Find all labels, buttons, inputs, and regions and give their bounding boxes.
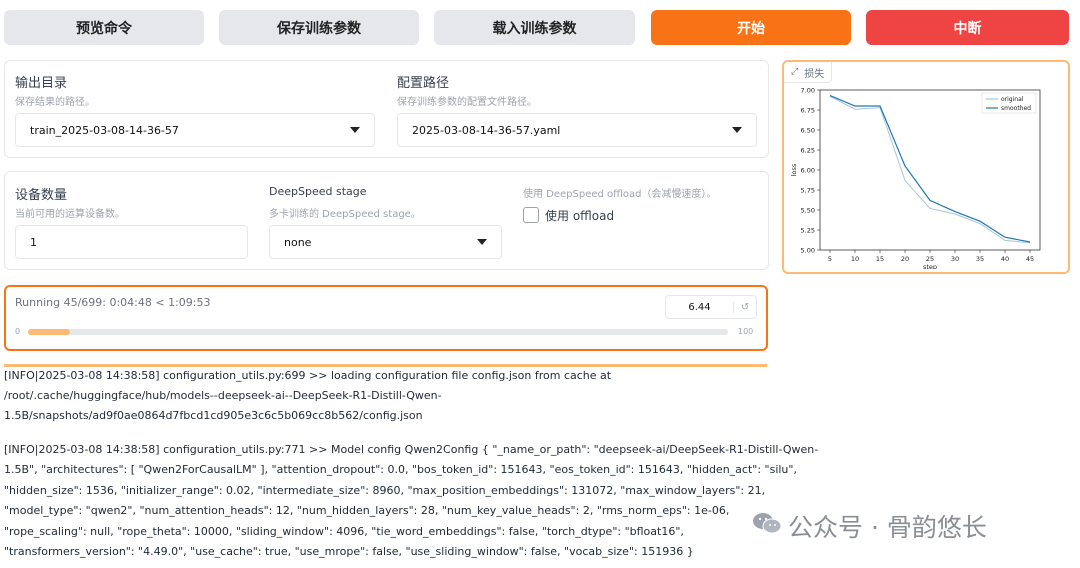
progress-panel: Running 45/699: 0:04:48 < 1:09:53 6.44 ↺… bbox=[4, 285, 768, 351]
load-params-button[interactable]: 载入训练参数 bbox=[434, 10, 635, 45]
plot-frame bbox=[819, 89, 1041, 251]
log-line: /root/.cache/huggingface/hub/models--dee… bbox=[4, 389, 442, 402]
progress-value-box[interactable]: 6.44 ↺ bbox=[665, 295, 757, 319]
x-tick-label: 45 bbox=[1026, 255, 1034, 263]
log-line: "hidden_size": 1536, "initializer_range"… bbox=[4, 484, 766, 497]
stop-button[interactable]: 中断 bbox=[866, 10, 1069, 45]
log-line: 1.5B", "architectures": [ "Qwen2ForCausa… bbox=[4, 463, 797, 476]
log-line: [INFO|2025-03-08 14:38:58] configuration… bbox=[4, 369, 612, 382]
output-dir-info: 保存结果的路径。 bbox=[15, 97, 95, 108]
deepspeed-select[interactable]: none bbox=[269, 225, 502, 259]
config-path-select[interactable]: 2025-03-08-14-36-57.yaml bbox=[397, 113, 757, 147]
x-axis-label: step bbox=[923, 263, 937, 269]
loss-chart: 7.00 6.75 6.50 6.25 6.00 5.75 5.50 5.25 5.00 5 10 1… bbox=[790, 87, 1041, 269]
deepspeed-label: DeepSpeed stage bbox=[269, 185, 367, 198]
device-count-label: 设备数量 bbox=[15, 188, 68, 203]
series-line-original bbox=[829, 95, 1031, 244]
deepspeed-value: none bbox=[284, 235, 312, 249]
wechat-icon bbox=[752, 510, 782, 536]
x-tick-label: 30 bbox=[951, 255, 959, 263]
legend-label: original bbox=[1001, 96, 1024, 103]
y-tick-label: 5.50 bbox=[801, 207, 815, 215]
chevron-down-icon bbox=[732, 127, 742, 133]
y-tick-label: 7.00 bbox=[801, 87, 815, 95]
x-tick-label: 35 bbox=[976, 255, 984, 263]
log-line: 1.5B/snapshots/ad9f0ae0864d7fbcd1cd905e3… bbox=[4, 409, 423, 422]
log-line: [INFO|2025-03-08 14:38:58] configuration… bbox=[4, 443, 819, 456]
device-settings-panel: 设备数量 当前可用的运算设备数。 1 DeepSpeed stage 多卡训练的… bbox=[4, 171, 769, 270]
chart-icon: ⤢ bbox=[791, 67, 799, 77]
y-tick-label: 6.00 bbox=[801, 167, 815, 175]
progress-value: 6.44 bbox=[688, 301, 711, 313]
offload-label: 使用 offload bbox=[545, 209, 615, 223]
reset-icon[interactable]: ↺ bbox=[733, 301, 756, 313]
preview-command-button[interactable]: 预览命令 bbox=[4, 10, 204, 45]
y-tick-label: 5.75 bbox=[801, 187, 815, 195]
legend-label: smoothed bbox=[1001, 105, 1031, 112]
config-path-value: 2025-03-08-14-36-57.yaml bbox=[412, 123, 561, 137]
chevron-down-icon bbox=[350, 127, 360, 133]
series-line-smoothed bbox=[829, 95, 1031, 243]
output-dir-label: 输出目录 bbox=[15, 76, 68, 91]
x-tick-label: 15 bbox=[876, 255, 884, 263]
device-count-input[interactable]: 1 bbox=[15, 225, 248, 259]
watermark-text: 公众号 · 骨韵悠长 bbox=[788, 513, 987, 542]
save-params-button[interactable]: 保存训练参数 bbox=[219, 10, 419, 45]
x-tick-label: 10 bbox=[851, 255, 859, 263]
config-path-label: 配置路径 bbox=[397, 76, 450, 91]
offload-checkbox[interactable] bbox=[523, 207, 539, 223]
y-tick-label: 5.25 bbox=[801, 227, 815, 235]
device-count-value: 1 bbox=[30, 235, 37, 249]
x-tick-label: 25 bbox=[926, 255, 934, 263]
progress-track[interactable] bbox=[28, 329, 728, 335]
y-tick-label: 5.00 bbox=[801, 247, 815, 255]
x-tick-label: 5 bbox=[828, 255, 832, 263]
output-dir-value: train_2025-03-08-14-36-57 bbox=[30, 123, 179, 137]
offload-info: 使用 DeepSpeed offload（会减慢速度）。 bbox=[523, 189, 717, 200]
deepspeed-info: 多卡训练的 DeepSpeed stage。 bbox=[269, 209, 421, 220]
progress-status: Running 45/699: 0:04:48 < 1:09:53 bbox=[15, 296, 211, 309]
chevron-down-icon bbox=[477, 239, 487, 245]
x-tick-label: 20 bbox=[901, 255, 909, 263]
x-tick-label: 40 bbox=[1001, 255, 1009, 263]
progress-min: 0 bbox=[15, 327, 21, 336]
progress-max: 100 bbox=[738, 327, 754, 336]
y-tick-label: 6.50 bbox=[801, 127, 815, 135]
y-tick-label: 6.25 bbox=[801, 147, 815, 155]
start-button[interactable]: 开始 bbox=[651, 10, 851, 45]
loss-chart-tab-label: 损失 bbox=[804, 68, 825, 80]
loss-chart-panel: ⤢ 损失 7.00 6.75 6.50 6.25 6.00 5.75 5.50 5.25 5.0… bbox=[782, 60, 1070, 274]
output-dir-select[interactable]: train_2025-03-08-14-36-57 bbox=[15, 113, 375, 147]
log-line: "rope_scaling": null, "rope_theta": 1000… bbox=[4, 525, 684, 538]
y-tick-label: 6.75 bbox=[801, 107, 815, 115]
y-axis-label: loss bbox=[790, 163, 798, 176]
log-line: "transformers_version": "4.49.0", "use_c… bbox=[4, 545, 694, 558]
log-line: "model_type": "qwen2", "num_attention_he… bbox=[4, 504, 730, 517]
device-count-info: 当前可用的运算设备数。 bbox=[15, 209, 125, 220]
output-settings-panel: 输出目录 保存结果的路径。 train_2025-03-08-14-36-57 … bbox=[4, 60, 769, 158]
loss-chart-tab: ⤢ 损失 bbox=[784, 62, 833, 83]
config-path-info: 保存训练参数的配置文件路径。 bbox=[397, 97, 537, 108]
progress-fill bbox=[28, 329, 70, 335]
